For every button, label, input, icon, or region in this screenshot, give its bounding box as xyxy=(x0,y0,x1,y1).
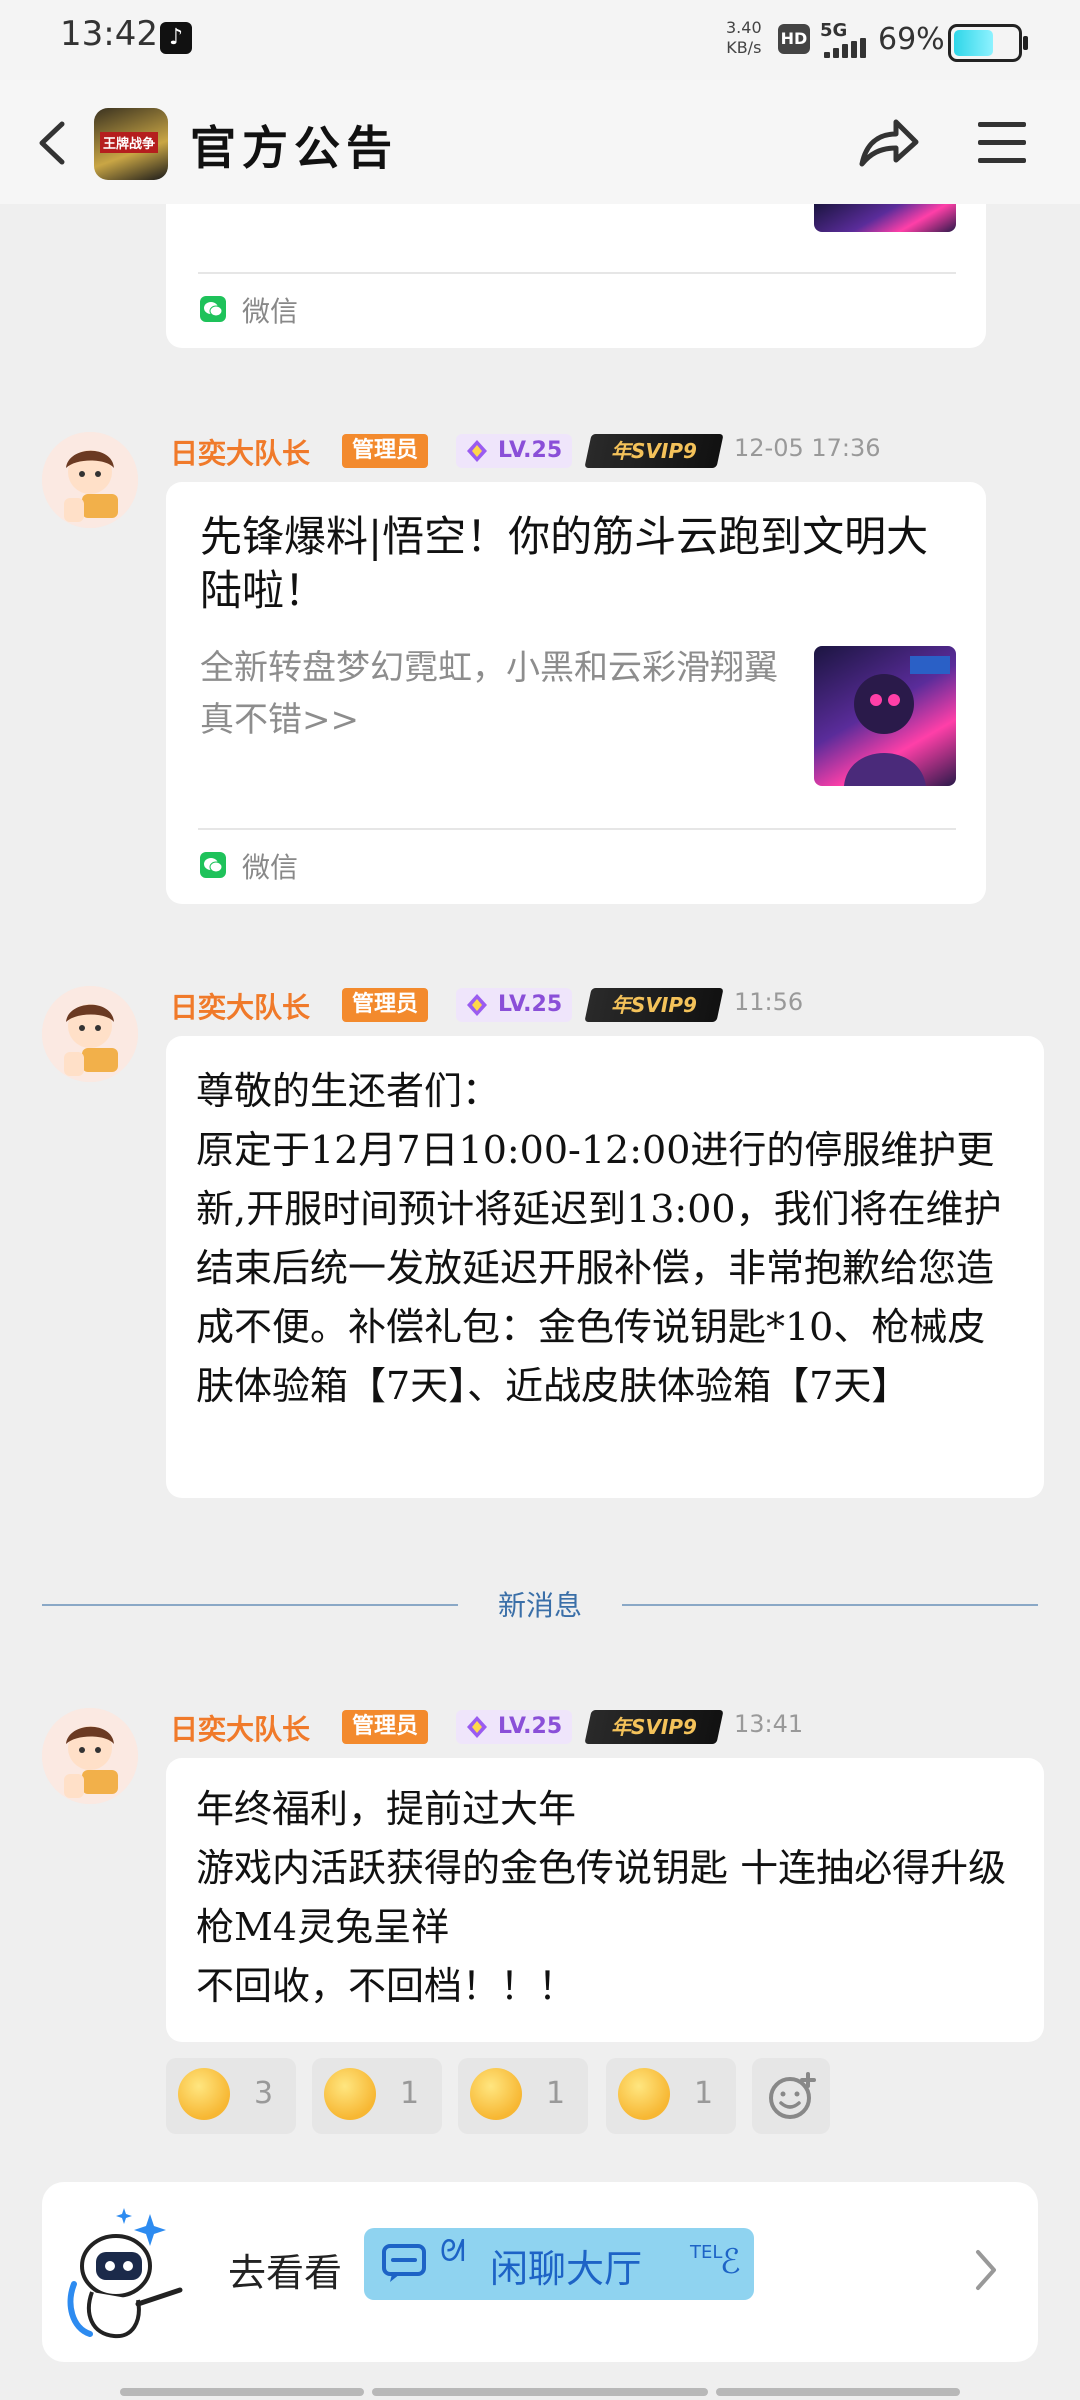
signal-bars-icon xyxy=(824,38,868,58)
tiktok-icon: ♪ xyxy=(160,22,192,54)
add-emoji-icon xyxy=(769,2072,816,2119)
go-see-label: 去看看 xyxy=(228,2251,343,2295)
level-gem-icon xyxy=(467,440,487,462)
kiss-emoji-icon xyxy=(324,2068,376,2120)
source-label: 微信 xyxy=(242,851,299,884)
divider xyxy=(622,1604,1038,1606)
decoration: ᘛ xyxy=(440,2234,466,2269)
share-button[interactable] xyxy=(856,112,920,172)
wechat-icon xyxy=(200,296,226,322)
svip-badge: 年SVIP9 xyxy=(584,434,724,468)
admin-badge: 管理员 xyxy=(342,1710,429,1744)
wechat-icon xyxy=(200,852,226,878)
reaction-kiss[interactable]: 1 xyxy=(312,2058,442,2134)
divider xyxy=(198,272,956,274)
chat-lobby-tag[interactable]: ᘛ 闲聊大厅 TEL ℰ xyxy=(364,2228,754,2300)
author-name[interactable]: 日奕大队长 xyxy=(170,432,310,472)
divider xyxy=(198,828,956,830)
chat-lobby-banner[interactable]: 去看看 ᘛ 闲聊大厅 TEL ℰ xyxy=(42,2182,1038,2362)
level-badge: LV.25 xyxy=(456,1710,573,1744)
message-bubble[interactable]: 年终福利，提前过大年 游戏内活跃获得的金色传说钥匙 十连抽必得升级枪M4灵兔呈祥… xyxy=(166,1758,1044,2042)
message-text: 年终福利，提前过大年 游戏内活跃获得的金色传说钥匙 十连抽必得升级枪M4灵兔呈祥… xyxy=(196,1787,1007,2008)
decoration: ℰ xyxy=(720,2242,741,2282)
post-time: 12-05 17:36 xyxy=(734,434,881,462)
chat-bubble-icon xyxy=(382,2244,426,2282)
source-label: 微信 xyxy=(242,295,299,328)
svip-badge: 年SVIP9 xyxy=(584,988,724,1022)
post-thumbnail xyxy=(814,646,956,786)
admin-badge: 管理员 xyxy=(342,434,429,468)
robot-mascot-icon xyxy=(62,2204,198,2344)
level-badge: LV.25 xyxy=(456,988,573,1022)
page-title: 官方公告 xyxy=(190,121,398,175)
top-app-bar: 王牌战争 官方公告 xyxy=(0,80,1080,204)
status-time: 13:42 xyxy=(60,14,158,54)
post-thumbnail xyxy=(814,204,956,232)
blush-emoji-icon xyxy=(618,2068,670,2120)
post-description: 全新转盘梦幻霓虹，小黑和云彩滑翔翼真不错>> xyxy=(200,648,778,740)
chevron-right-icon[interactable] xyxy=(972,2246,1000,2294)
hd-icon: HD xyxy=(778,24,810,54)
level-badge: LV.25 xyxy=(456,434,573,468)
post-time: 11:56 xyxy=(734,988,804,1016)
new-messages-label: 新消息 xyxy=(497,1589,582,1622)
level-gem-icon xyxy=(467,1716,487,1738)
shush-emoji-icon xyxy=(178,2068,230,2120)
add-reaction-button[interactable] xyxy=(752,2058,830,2134)
level-gem-icon xyxy=(467,994,487,1016)
status-bar: 13:42 ♪ 3.40 KB/s HD 5G 69% xyxy=(0,0,1080,80)
avatar[interactable] xyxy=(42,986,138,1082)
avatar[interactable] xyxy=(42,432,138,528)
reaction-shush[interactable]: 3 xyxy=(166,2058,296,2134)
divider xyxy=(42,1604,458,1606)
message-text: 尊敬的生还者们： 原定于12月7日10:00-12:00进行的停服维护更新,开服… xyxy=(196,1069,1002,1408)
author-name[interactable]: 日奕大队长 xyxy=(170,1708,310,1748)
navigation-bar xyxy=(120,2388,364,2396)
back-button[interactable] xyxy=(32,120,74,166)
post-card-partial[interactable]: 微信 xyxy=(166,204,986,348)
smirk-emoji-icon xyxy=(470,2068,522,2120)
post-time: 13:41 xyxy=(734,1710,804,1738)
reaction-blush[interactable]: 1 xyxy=(606,2058,736,2134)
net-speed: 3.40 KB/s xyxy=(726,18,762,57)
navigation-bar xyxy=(716,2388,960,2396)
avatar[interactable] xyxy=(42,1708,138,1804)
message-bubble[interactable]: 尊敬的生还者们： 原定于12月7日10:00-12:00进行的停服维护更新,开服… xyxy=(166,1036,1044,1498)
admin-badge: 管理员 xyxy=(342,988,429,1022)
author-name[interactable]: 日奕大队长 xyxy=(170,986,310,1026)
reaction-smirk[interactable]: 1 xyxy=(458,2058,588,2134)
navigation-bar xyxy=(372,2388,708,2396)
menu-button[interactable] xyxy=(974,118,1030,168)
app-logo: 王牌战争 xyxy=(94,108,168,180)
post-card[interactable]: 先锋爆料|悟空！你的筋斗云跑到文明大陆啦！ 全新转盘梦幻霓虹，小黑和云彩滑翔翼真… xyxy=(166,482,986,904)
post-title[interactable]: 先锋爆料|悟空！你的筋斗云跑到文明大陆啦！ xyxy=(200,510,940,618)
svip-badge: 年SVIP9 xyxy=(584,1710,724,1744)
battery-icon xyxy=(948,24,1028,62)
battery-percent: 69% xyxy=(878,22,945,57)
